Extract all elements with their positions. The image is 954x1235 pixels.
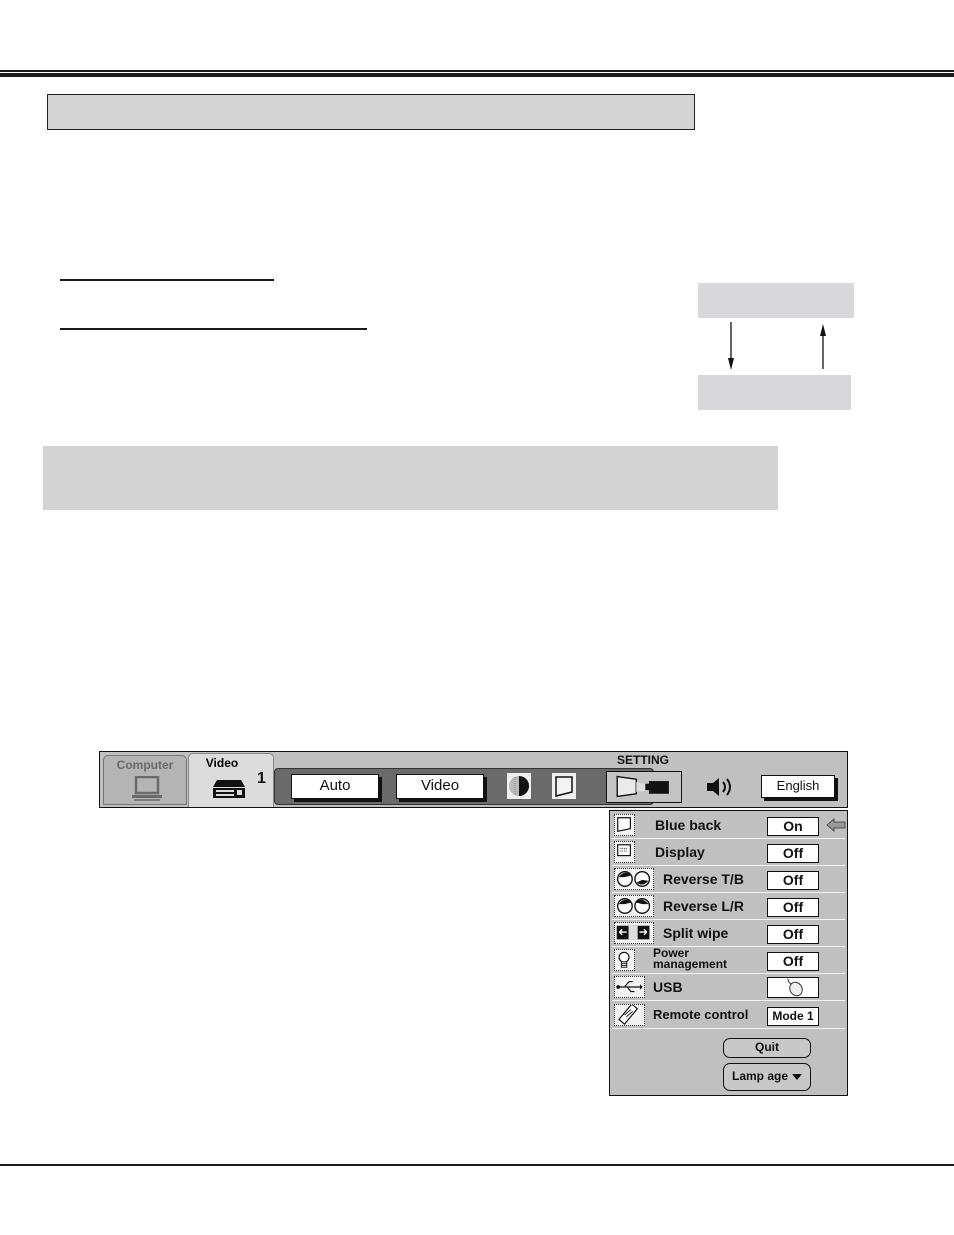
setting-value[interactable]: Mode 1 — [767, 1007, 819, 1026]
setting-row-blue-back[interactable]: Blue back On — [612, 812, 846, 839]
note-box — [43, 446, 778, 510]
screen-icon — [555, 776, 573, 797]
setting-row-usb[interactable]: USB — [612, 974, 845, 1001]
setting-value[interactable]: Off — [767, 925, 819, 944]
projector-setting-icon — [616, 775, 669, 798]
quit-button[interactable]: Quit — [723, 1038, 811, 1058]
setting-label: SETTING — [617, 753, 670, 767]
computer-icon — [132, 776, 162, 801]
image-adjust-button[interactable] — [507, 773, 531, 799]
setting-label: Blue back — [655, 817, 722, 833]
screen-button[interactable] — [552, 773, 576, 799]
mode-box-top — [698, 283, 854, 318]
setting-value[interactable]: Off — [767, 844, 819, 863]
setting-row-remote-control[interactable]: Remote control Mode 1 — [612, 1002, 845, 1029]
setting-panel: Blue back On Display Off Reverse T/B Off… — [609, 810, 848, 1096]
setting-row-split-wipe[interactable]: Split wipe Off — [612, 920, 845, 947]
setting-label-line2: management — [653, 957, 728, 971]
remote-control-icon — [614, 1003, 645, 1026]
subheading-underline-2 — [60, 328, 367, 330]
split-wipe-icon — [614, 922, 654, 944]
usb-icon — [614, 976, 645, 998]
setting-label: Reverse T/B — [663, 871, 744, 887]
header-rule-thin — [0, 70, 954, 72]
reverse-tb-icon — [614, 868, 654, 890]
setting-row-display[interactable]: Display Off — [612, 839, 845, 866]
language-button[interactable]: English — [761, 775, 835, 798]
setting-label: Remote control — [653, 1007, 749, 1022]
tab-video[interactable]: Video 1 — [188, 753, 274, 807]
setting-label: Split wipe — [663, 925, 729, 941]
setting-label: Reverse L/R — [663, 898, 744, 914]
setting-label: Display — [655, 844, 705, 860]
lamp-bulb-icon — [614, 949, 635, 971]
setting-row-power-management[interactable]: Power management Off — [612, 947, 845, 974]
chevron-down-icon — [792, 1073, 802, 1080]
header-rule-thick — [0, 73, 954, 77]
setting-value[interactable]: On — [767, 817, 819, 836]
image-adjust-icon — [509, 776, 529, 796]
lamp-age-button[interactable]: Lamp age — [723, 1063, 811, 1091]
toggle-arrows-diagram — [728, 322, 826, 370]
blue-back-icon — [614, 814, 635, 836]
setting-value[interactable]: Off — [767, 898, 819, 917]
footer-rule — [0, 1164, 954, 1166]
setting-label: Power management — [653, 947, 728, 971]
setting-label: USB — [653, 979, 683, 995]
video-system-button[interactable]: Auto — [291, 774, 379, 799]
video-input-number: 1 — [257, 770, 266, 787]
sound-icon[interactable] — [704, 774, 736, 800]
display-icon — [614, 841, 635, 863]
tab-video-label: Video — [205, 756, 239, 770]
setting-value[interactable]: Off — [767, 871, 819, 890]
section-header-box — [47, 94, 695, 130]
tab-computer-label: Computer — [116, 758, 174, 772]
subheading-underline-1 — [60, 279, 274, 281]
mouse-icon — [787, 978, 803, 997]
osd-menu-bar: Computer Video 1 Auto Video SETTING Engl… — [99, 751, 848, 808]
lamp-age-label: Lamp age — [731, 1069, 788, 1083]
arrow-up-icon — [820, 324, 826, 369]
arrow-down-icon — [728, 322, 734, 370]
vcr-icon — [213, 780, 245, 798]
setting-tab[interactable] — [606, 771, 682, 803]
mode-box-bottom — [698, 375, 851, 410]
video-controls-group: Auto Video — [274, 768, 654, 805]
setting-row-reverse-tb[interactable]: Reverse T/B Off — [612, 866, 845, 893]
picture-mode-button[interactable]: Video — [396, 774, 484, 799]
setting-value[interactable]: Off — [767, 952, 819, 971]
setting-row-reverse-lr[interactable]: Reverse L/R Off — [612, 893, 845, 920]
selection-pointer-icon — [826, 818, 846, 832]
tab-computer[interactable]: Computer — [103, 755, 187, 805]
reverse-lr-icon — [614, 895, 654, 917]
